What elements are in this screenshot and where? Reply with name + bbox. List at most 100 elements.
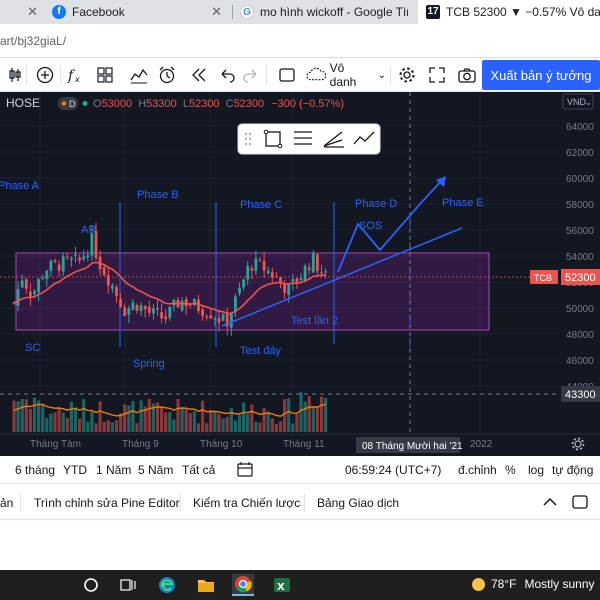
label-phase-e[interactable]: Phase E <box>442 197 484 209</box>
volume-bar <box>254 421 258 432</box>
maximize-panel-icon[interactable] <box>572 495 588 512</box>
chevron-up-icon[interactable] <box>543 496 557 511</box>
label-sc[interactable]: SC <box>25 342 40 354</box>
range-ytd[interactable]: YTD <box>63 463 87 477</box>
label-ar[interactable]: AR <box>81 224 96 236</box>
tab-trading-panel[interactable]: Bảng Giao dịch <box>317 496 399 510</box>
label-phase-a[interactable]: Phase A <box>0 180 40 192</box>
label-sos[interactable]: SOS <box>359 220 382 232</box>
candle-body <box>291 279 295 282</box>
layout-name-button[interactable]: Vô danh ⌄ <box>306 61 386 89</box>
tab-divider <box>304 494 305 512</box>
tab-partial[interactable]: ản <box>0 496 13 510</box>
address-bar[interactable]: art/bj32giaL/ <box>0 24 600 58</box>
label-spring[interactable]: Spring <box>133 358 165 370</box>
publish-idea-button[interactable]: Xuất bản ý tưởng <box>482 60 600 90</box>
label-test-lan-2[interactable]: Test lần 2 <box>291 315 338 327</box>
url-text[interactable]: art/bj32giaL/ <box>0 34 66 48</box>
close-icon[interactable]: ✕ <box>211 4 222 20</box>
gear-icon[interactable] <box>571 437 585 451</box>
excel-icon[interactable]: X <box>271 574 293 596</box>
volume-bar <box>315 407 319 432</box>
label-phase-b[interactable]: Phase B <box>137 189 179 201</box>
indicators-icon[interactable]: fx <box>64 64 86 86</box>
range-6-months[interactable]: 6 tháng <box>15 463 55 477</box>
price-axis-label: 62000 <box>566 148 594 159</box>
time-axis-label: Tháng Tám <box>30 439 81 450</box>
candle-body <box>65 256 69 258</box>
candle-body <box>316 254 319 272</box>
weather-widget[interactable]: 78°F Mostly sunny <box>472 577 595 591</box>
price-axis[interactable]: 6400062000600005800056000540005200050000… <box>566 122 594 393</box>
gear-icon[interactable] <box>396 64 418 86</box>
clock-time[interactable]: 06:59:24 (UTC+7) <box>345 463 441 477</box>
candle-body <box>262 260 266 271</box>
volume-bar <box>262 408 266 432</box>
candle-body <box>258 259 262 261</box>
file-explorer-icon[interactable] <box>195 574 217 596</box>
volume-bar <box>221 418 225 432</box>
auto-toggle[interactable]: tự động <box>552 463 593 477</box>
percent-toggle[interactable]: % <box>505 463 516 477</box>
redo-icon[interactable] <box>240 64 262 86</box>
tab-divider <box>180 494 181 512</box>
edge-browser-icon[interactable] <box>156 574 178 596</box>
label-test-day[interactable]: Test đáy <box>240 345 281 357</box>
candle-body <box>119 299 122 308</box>
undo-icon[interactable] <box>216 64 238 86</box>
close-icon[interactable]: ✕ <box>27 4 38 20</box>
volume-bar <box>49 413 53 432</box>
label-phase-c[interactable]: Phase C <box>240 199 282 211</box>
range-5-years[interactable]: 5 Năm <box>138 463 173 477</box>
candle-body <box>311 253 315 273</box>
templates-icon[interactable] <box>94 64 116 86</box>
range-1-year[interactable]: 1 Năm <box>96 463 131 477</box>
label-phase-d[interactable]: Phase D <box>355 198 397 210</box>
trading-range-box[interactable] <box>15 252 490 331</box>
log-toggle[interactable]: log <box>528 463 544 477</box>
tab-facebook[interactable]: f Facebook ✕ <box>52 0 230 24</box>
tab-label: mo hình wickoff - Google Tìm <box>260 5 408 19</box>
volume-bar <box>213 411 217 432</box>
tab-pine-editor[interactable]: Trình chỉnh sửa Pine Editor <box>34 496 180 510</box>
svg-text:X: X <box>277 582 285 593</box>
candle-body <box>139 305 143 312</box>
currency-label[interactable]: VND <box>567 97 587 107</box>
task-view-icon[interactable] <box>117 574 139 596</box>
tab-google[interactable]: G mo hình wickoff - Google Tìm <box>240 0 418 24</box>
tab-tradingview[interactable]: 17 TCB 52300 ▼ −0.57% Vô danh <box>418 0 600 24</box>
volume-bar <box>139 400 143 432</box>
adjust-toggle[interactable]: đ.chỉnh <box>458 463 497 477</box>
candle-body <box>45 270 49 279</box>
chart-pane[interactable]: Phase A Phase B Phase C Phase D Phase E … <box>0 92 600 456</box>
volume-bar <box>65 417 69 432</box>
volume-bar <box>53 412 57 432</box>
chrome-icon[interactable] <box>232 574 254 596</box>
alert-icon[interactable] <box>156 64 178 86</box>
add-symbol-icon[interactable] <box>34 64 56 86</box>
compare-icon[interactable] <box>128 64 150 86</box>
drawing-floating-toolbar[interactable] <box>237 123 381 155</box>
tab-partial[interactable]: ✕ <box>0 0 46 24</box>
candle-body <box>201 309 204 316</box>
volume-bar <box>266 411 270 432</box>
chevron-down-icon: ⌄ <box>585 98 592 107</box>
candle-body <box>147 306 151 313</box>
tab-strategy-tester[interactable]: Kiểm tra Chiến lược <box>193 496 300 510</box>
volume-bar <box>270 418 274 432</box>
calendar-icon[interactable] <box>237 462 253 480</box>
volume-bar <box>233 420 237 432</box>
expand-icon[interactable] <box>426 64 448 86</box>
time-axis-label: Tháng 11 <box>283 439 325 450</box>
candles-icon[interactable] <box>8 64 22 86</box>
range-all[interactable]: Tất cả <box>182 463 215 477</box>
replay-icon[interactable] <box>188 64 210 86</box>
fullscreen-chart-icon[interactable] <box>276 64 298 86</box>
candle-body <box>143 305 147 310</box>
chart-canvas[interactable]: Phase A Phase B Phase C Phase D Phase E … <box>0 92 600 456</box>
tab-label: TCB 52300 ▼ −0.57% Vô danh <box>446 5 600 19</box>
search-circle-icon[interactable] <box>80 574 102 596</box>
sun-icon <box>472 577 485 591</box>
exchange-label: HOSE <box>6 96 40 110</box>
camera-icon[interactable] <box>456 64 478 86</box>
